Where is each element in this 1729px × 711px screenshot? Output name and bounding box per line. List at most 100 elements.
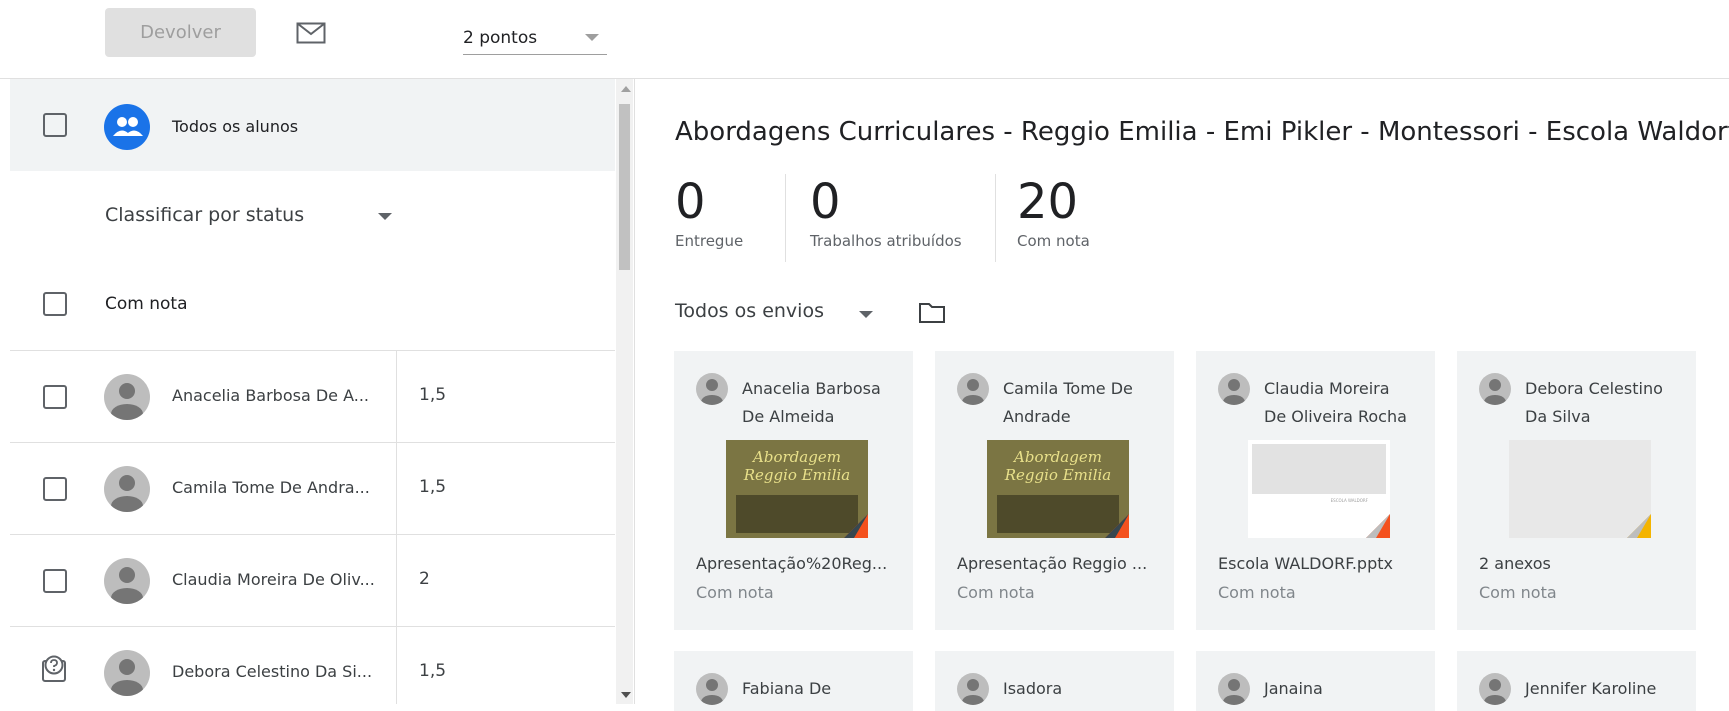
person-avatar-icon: [104, 374, 150, 420]
folder-icon[interactable]: [918, 301, 946, 324]
all-students-checkbox[interactable]: [43, 113, 67, 137]
submission-card[interactable]: Isadora: [935, 651, 1174, 711]
submission-card[interactable]: Camila Tome De Andrade Abordagem Reggio …: [935, 351, 1174, 630]
file-thumbnail[interactable]: Abordagem Reggio Emilia: [987, 440, 1129, 538]
chevron-down-icon: [585, 34, 599, 41]
student-grade[interactable]: 2: [419, 569, 430, 589]
stat-turned-in: 0 Entregue: [675, 176, 743, 250]
student-name-line: Debora Celestino: [1525, 379, 1663, 398]
thumbnail-text: Abordagem: [751, 448, 841, 466]
all-students-label: Todos os alunos: [172, 117, 299, 136]
student-checkbox[interactable]: [43, 385, 67, 409]
thumbnail-text: Abordagem: [1012, 448, 1102, 466]
attachment-count[interactable]: 2 anexos: [1479, 554, 1551, 573]
file-name[interactable]: Apresentação%20Reg...: [696, 554, 887, 573]
file-thumbnail[interactable]: ESCOLA WALDORF: [1248, 440, 1390, 538]
file-name[interactable]: Escola WALDORF.pptx: [1218, 554, 1393, 573]
group-checkbox[interactable]: [43, 292, 67, 316]
help-icon[interactable]: [40, 653, 68, 685]
student-name: Anacelia Barbosa De A...: [172, 386, 370, 405]
student-name: Anacelia Barbosa De Almeida: [742, 375, 902, 431]
chevron-down-icon[interactable]: [859, 311, 873, 318]
person-avatar-icon: [104, 558, 150, 604]
divider: [995, 174, 996, 262]
divider: [785, 174, 786, 262]
student-row[interactable]: Camila Tome De Andra... 1,5: [10, 442, 615, 535]
student-name-line: Anacelia Barbosa: [742, 379, 881, 398]
status-label: Com nota: [1218, 583, 1296, 602]
student-name-line: Camila Tome De: [1003, 379, 1133, 398]
person-avatar-icon: [104, 650, 150, 696]
status-label: Com nota: [1479, 583, 1557, 602]
stat-value: 20: [1017, 174, 1079, 230]
person-avatar-icon: [1218, 373, 1250, 405]
chevron-down-icon[interactable]: [378, 213, 392, 220]
student-name-line: De Almeida: [742, 407, 835, 426]
group-label: Com nota: [105, 294, 188, 314]
person-avatar-icon: [696, 373, 728, 405]
person-avatar-icon: [1479, 673, 1511, 705]
file-thumbnail[interactable]: Abordagem Reggio Emilia: [726, 440, 868, 538]
submission-card[interactable]: Janaina: [1196, 651, 1435, 711]
submission-card[interactable]: Claudia Moreira De Oliveira Rocha ESCOLA…: [1196, 351, 1435, 630]
submission-card[interactable]: Jennifer Karoline: [1457, 651, 1696, 711]
student-grade[interactable]: 1,5: [419, 477, 446, 497]
thumbnail-text: Reggio Emilia: [743, 466, 850, 484]
person-avatar-icon: [104, 466, 150, 512]
stat-assigned: 0 Trabalhos atribuídos: [810, 176, 962, 250]
thumbnail-text: Reggio Emilia: [1004, 466, 1111, 484]
status-label: Com nota: [696, 583, 774, 602]
stat-label: Entregue: [675, 232, 744, 250]
divider: [396, 535, 397, 627]
stat-value: 0: [810, 174, 841, 230]
student-name-line: Claudia Moreira: [1264, 379, 1390, 398]
student-row[interactable]: Debora Celestino Da Si... 1,5: [10, 626, 615, 704]
stat-label: Com nota: [1017, 232, 1090, 250]
submission-card[interactable]: Fabiana De: [674, 651, 913, 711]
scroll-up-icon[interactable]: [621, 86, 631, 92]
person-avatar-icon: [1218, 673, 1250, 705]
student-row[interactable]: Claudia Moreira De Oliv... 2: [10, 534, 615, 627]
student-checkbox[interactable]: [43, 477, 67, 501]
stat-graded: 20 Com nota: [1017, 176, 1090, 250]
person-avatar-icon: [696, 673, 728, 705]
submission-card[interactable]: Debora Celestino Da Silva 2 anexos Com n…: [1457, 351, 1696, 630]
student-row[interactable]: Anacelia Barbosa De A... 1,5: [10, 350, 615, 443]
scrollbar-thumb[interactable]: [619, 104, 630, 270]
divider: [396, 443, 397, 535]
person-avatar-icon: [1479, 373, 1511, 405]
mail-icon[interactable]: [296, 22, 326, 44]
student-name: Isadora: [1003, 679, 1063, 698]
student-grade[interactable]: 1,5: [419, 661, 446, 681]
student-name: Jennifer Karoline: [1525, 679, 1657, 698]
people-icon: [104, 104, 150, 150]
status-label: Com nota: [957, 583, 1035, 602]
scroll-down-icon[interactable]: [621, 692, 631, 698]
divider: [396, 627, 397, 704]
student-name: Fabiana De: [742, 679, 832, 698]
student-name: Claudia Moreira De Oliv...: [172, 570, 375, 589]
student-checkbox[interactable]: [43, 569, 67, 593]
divider: [396, 351, 397, 443]
sort-dropdown[interactable]: Classificar por status: [105, 204, 304, 226]
all-students-row[interactable]: Todos os alunos: [10, 79, 615, 171]
assignment-title: Abordagens Curriculares - Reggio Emilia …: [675, 117, 1729, 147]
toolbar: Devolver 2 pontos: [0, 0, 1729, 79]
person-avatar-icon: [957, 673, 989, 705]
student-grade[interactable]: 1,5: [419, 385, 446, 405]
return-button[interactable]: Devolver: [105, 8, 256, 57]
points-select[interactable]: 2 pontos: [463, 22, 607, 55]
file-thumbnail[interactable]: [1509, 440, 1651, 538]
file-name[interactable]: Apresentação Reggio ...: [957, 554, 1147, 573]
student-name-line: De Oliveira Rocha: [1264, 407, 1407, 426]
submissions-panel: Abordagens Curriculares - Reggio Emilia …: [634, 79, 1729, 711]
student-name: Janaina: [1264, 679, 1323, 698]
person-avatar-icon: [957, 373, 989, 405]
student-list-panel: Todos os alunos Classificar por status C…: [0, 79, 615, 704]
submissions-filter-dropdown[interactable]: Todos os envios: [675, 300, 824, 322]
student-name: Camila Tome De Andrade: [1003, 375, 1163, 431]
student-name: Camila Tome De Andra...: [172, 478, 370, 497]
student-name: Claudia Moreira De Oliveira Rocha: [1264, 375, 1424, 431]
submission-card[interactable]: Anacelia Barbosa De Almeida Abordagem Re…: [674, 351, 913, 630]
student-name: Debora Celestino Da Silva: [1525, 375, 1685, 431]
